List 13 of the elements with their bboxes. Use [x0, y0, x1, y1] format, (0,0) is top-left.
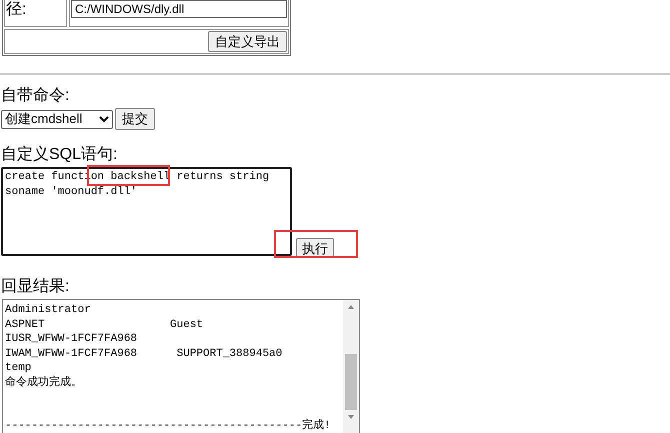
table-cell: 径:: [4, 0, 67, 27]
chevron-icon: [99, 116, 109, 122]
submit-button[interactable]: 提交: [115, 108, 155, 130]
section-label: 回显结果:: [1, 276, 70, 297]
path-input[interactable]: C:/WINDOWS/dly.dll: [71, 0, 287, 18]
scroll-thumb[interactable]: [345, 354, 357, 410]
export-button[interactable]: 自定义导出: [208, 31, 287, 52]
result-output: Administrator ASPNET Guest IUSR_WFWW-1FCF7FA968 IWAM_WFWW-1FCF7FA968 SUPPORT_388945a0 temp 命令成功完成。 ---------------------------------------------完成!: [4, 303, 332, 433]
execute-button[interactable]: 执行: [296, 238, 334, 256]
command-select[interactable]: 创建cmdshell: [1, 110, 113, 128]
scrollbar[interactable]: [343, 300, 359, 433]
section-label: 自带命令:: [1, 86, 70, 106]
section-label: 自定义SQL语句:: [1, 144, 118, 165]
